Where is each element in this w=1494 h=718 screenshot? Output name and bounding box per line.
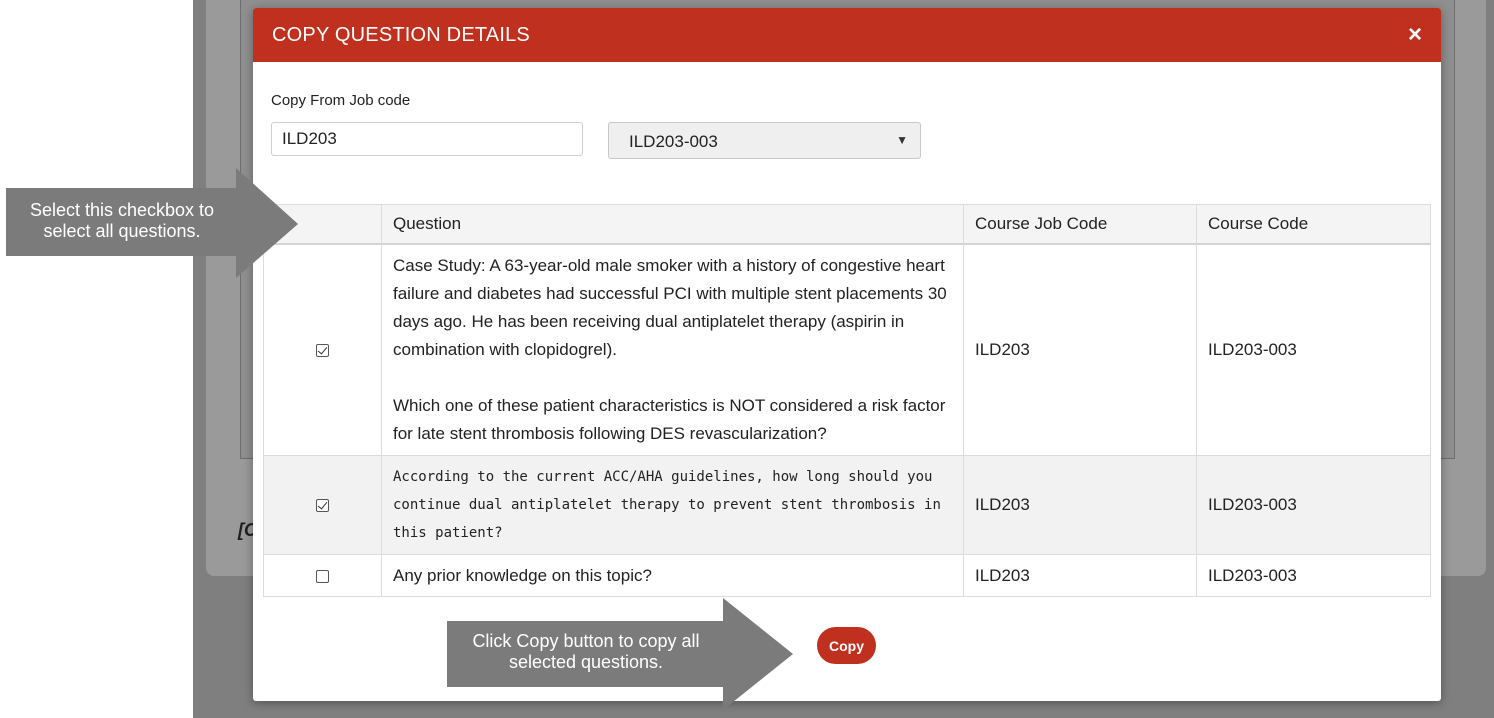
dialog-header: COPY QUESTION DETAILS ×: [253, 8, 1441, 62]
callout-arrow-icon: [723, 598, 793, 710]
header-question: Question: [381, 204, 964, 245]
question-cell: Any prior knowledge on this topic?: [381, 554, 964, 597]
copy-from-label: Copy From Job code: [271, 92, 411, 109]
close-icon: ×: [1407, 21, 1422, 48]
table-row: According to the current ACC/AHA guideli…: [263, 455, 1431, 555]
question-cell: According to the current ACC/AHA guideli…: [381, 455, 964, 555]
question-text: Case Study: A 63-year-old male smoker wi…: [393, 252, 952, 448]
question-text: According to the current ACC/AHA guideli…: [393, 469, 941, 541]
header-course-job-code: Course Job Code: [963, 204, 1197, 245]
row-check-cell: [263, 455, 382, 555]
questions-table: Question Course Job Code Course Code Cas…: [263, 204, 1431, 597]
course-code-cell: ILD203-003: [1196, 455, 1431, 555]
question-text: Any prior knowledge on this topic?: [393, 565, 652, 585]
course-select-value: ILD203-003: [629, 132, 718, 151]
course-code-cell: ILD203-003: [1196, 243, 1431, 456]
job-code-input[interactable]: [271, 122, 583, 156]
course-job-code-cell: ILD203: [963, 455, 1197, 555]
callout-arrow-icon: [236, 168, 298, 278]
table-header-row: Question Course Job Code Course Code: [263, 204, 1431, 245]
copy-question-dialog: COPY QUESTION DETAILS × Copy From Job co…: [253, 8, 1441, 701]
callout-copy: Click Copy button to copy all selected q…: [447, 621, 725, 687]
callout-copy-text: Click Copy button to copy all selected q…: [472, 631, 700, 672]
callout-select-all: Select this checkbox to select all quest…: [6, 188, 238, 256]
row-check-cell: [263, 554, 382, 597]
course-select[interactable]: ILD203-003 ▼: [608, 122, 921, 159]
callout-select-all-text: Select this checkbox to select all quest…: [29, 200, 215, 241]
copy-button[interactable]: Copy: [817, 627, 876, 664]
table-row: Case Study: A 63-year-old male smoker wi…: [263, 243, 1431, 456]
table-row: Any prior knowledge on this topic? ILD20…: [263, 554, 1431, 597]
course-job-code-cell: ILD203: [963, 243, 1197, 456]
question-paragraph: Which one of these patient characteristi…: [393, 395, 946, 443]
row-checkbox[interactable]: [316, 343, 329, 357]
row-checkbox[interactable]: [316, 499, 329, 513]
course-job-code-cell: ILD203: [963, 554, 1197, 597]
question-cell: Case Study: A 63-year-old male smoker wi…: [381, 243, 964, 456]
course-code-cell: ILD203-003: [1196, 554, 1431, 597]
question-paragraph: Case Study: A 63-year-old male smoker wi…: [393, 255, 947, 359]
dialog-title: COPY QUESTION DETAILS: [272, 24, 530, 46]
chevron-down-icon: ▼: [896, 133, 908, 147]
row-checkbox[interactable]: [316, 569, 329, 583]
header-course-code: Course Code: [1196, 204, 1431, 245]
close-button[interactable]: ×: [1403, 22, 1427, 48]
